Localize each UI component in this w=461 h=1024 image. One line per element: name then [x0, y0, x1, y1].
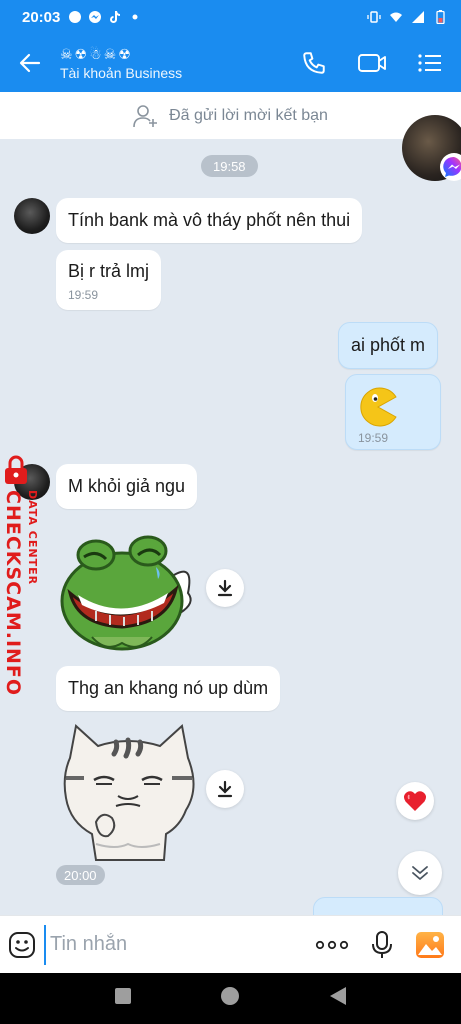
vibrate-icon	[367, 11, 381, 23]
emoji-icon	[9, 931, 35, 958]
floating-chat-head[interactable]	[402, 115, 461, 181]
timestamp-divider: 19:58	[201, 155, 258, 177]
contact-avatar[interactable]	[14, 198, 50, 234]
heart-icon	[403, 791, 427, 811]
voice-call-button[interactable]	[299, 48, 329, 78]
chat-options-button[interactable]	[415, 48, 445, 78]
incoming-message[interactable]: Thg an khang nó up dùm	[56, 666, 281, 711]
message-text: Thg an khang nó up dùm	[68, 678, 269, 698]
contact-name: ☠☢☃☠☢	[60, 45, 133, 62]
image-icon	[416, 931, 444, 958]
frog-sticker-image	[60, 535, 192, 651]
nav-square-icon	[115, 988, 132, 1004]
nav-triangle-icon	[329, 987, 346, 1005]
scroll-to-bottom-button[interactable]	[398, 851, 442, 895]
laughing-frog-sticker[interactable]	[56, 533, 196, 655]
grumpy-cat-sticker[interactable]	[56, 718, 200, 862]
cat-sticker-image	[63, 724, 195, 861]
messenger-badge	[440, 153, 461, 181]
message-text: Tính bank mà vô tháy phốt nên thui	[68, 210, 351, 230]
messenger-icon	[443, 156, 461, 177]
home-button[interactable]	[220, 986, 240, 1011]
download-button[interactable]	[206, 569, 244, 607]
more-button[interactable]	[315, 940, 349, 950]
outgoing-message[interactable]: ai phốt m	[338, 322, 439, 369]
download-icon	[217, 780, 233, 798]
chevron-double-down-icon	[412, 866, 428, 880]
download-icon	[217, 579, 233, 597]
friend-request-banner: Đã gửi lời mời kết bạn	[0, 92, 461, 139]
android-nav-bar	[0, 973, 461, 1024]
chat-header: ☠☢☃☠☢ Tài khoản Business	[0, 34, 461, 92]
contact-subtitle: Tài khoản Business	[60, 64, 183, 81]
lock-icon	[5, 455, 27, 484]
message-text: Bị r trả lmj	[68, 261, 149, 281]
microphone-icon	[372, 930, 392, 958]
incoming-message[interactable]: M khỏi giả ngu	[56, 464, 198, 509]
incoming-message[interactable]: Tính bank mà vô tháy phốt nên thui	[56, 198, 363, 243]
video-call-icon	[358, 54, 386, 72]
incoming-message[interactable]: Bị r trả lmj 19:59	[56, 250, 161, 310]
message-time: 19:59	[358, 431, 389, 445]
tiktok-icon	[110, 11, 121, 23]
chat-bubble-icon	[69, 11, 82, 23]
emoji-button[interactable]	[0, 916, 44, 974]
message-text: M khỏi giả ngu	[68, 476, 186, 496]
outgoing-sticker-message[interactable]: 19:59	[345, 374, 441, 450]
back-button[interactable]	[0, 34, 60, 92]
status-bar: 20:03	[0, 0, 461, 34]
watermark-tagline: DATA CENTER	[26, 490, 39, 586]
react-heart-button[interactable]	[396, 782, 434, 820]
menu-list-icon	[418, 54, 441, 72]
back-arrow-icon	[19, 53, 41, 73]
send-image-button[interactable]	[415, 931, 445, 959]
header-actions	[299, 48, 461, 78]
composer-actions	[315, 930, 461, 960]
message-input[interactable]	[44, 924, 315, 965]
signal-icon	[412, 11, 424, 23]
battery-icon	[436, 10, 445, 24]
voice-message-button[interactable]	[371, 930, 393, 960]
more-icon	[315, 940, 349, 949]
video-call-button[interactable]	[357, 48, 387, 78]
notification-icons	[68, 10, 142, 24]
message-time: 19:59	[68, 288, 99, 302]
pacman-sticker	[360, 387, 397, 427]
friend-request-text: Đã gửi lời mời kết bạn	[169, 106, 328, 124]
message-text: ai phốt m	[351, 335, 426, 355]
nav-circle-icon	[221, 987, 240, 1005]
dot-icon	[132, 14, 138, 20]
checkscam-watermark: CHECKSCAM.INFO DATA CENTER	[0, 450, 46, 696]
system-icons	[367, 10, 447, 24]
recents-button[interactable]	[114, 987, 132, 1010]
phone-icon	[303, 52, 325, 74]
messenger-status-icon	[89, 11, 102, 23]
wifi-icon	[390, 12, 402, 22]
download-button[interactable]	[206, 770, 244, 808]
watermark-brand: CHECKSCAM.INFO	[2, 490, 24, 697]
back-nav-button[interactable]	[329, 986, 347, 1011]
status-time: 20:03	[22, 8, 61, 26]
contact-title[interactable]: ☠☢☃☠☢ Tài khoản Business	[60, 46, 299, 81]
add-friend-icon	[133, 104, 158, 127]
message-timestamp: 20:00	[56, 865, 105, 885]
message-composer	[0, 915, 461, 973]
